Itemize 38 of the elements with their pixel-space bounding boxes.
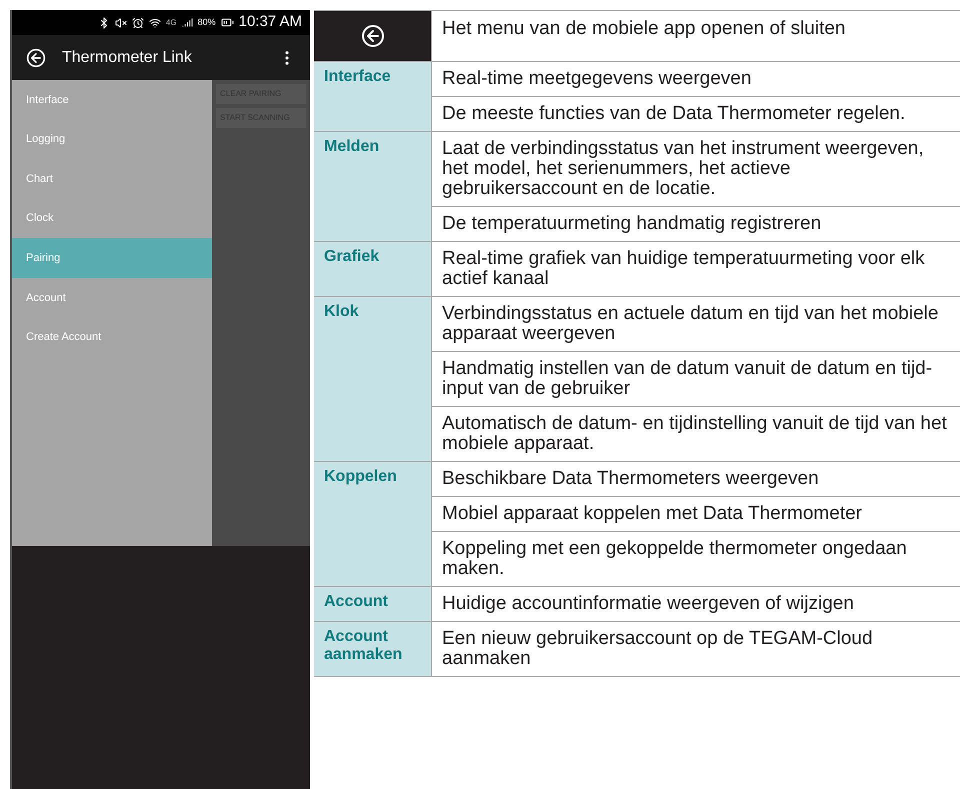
description-cell: Mobiel apparaat koppelen met Data Thermometer (432, 496, 960, 531)
feature-label-cell: Koppelen (314, 462, 432, 586)
network-type: 4G (166, 16, 177, 28)
description-cell-text: Laat de verbindingsstatus van het instrument weergeven, het model, het serienummers, het actieve gebruikersaccount en de locatie. (441, 137, 925, 201)
alarm-icon (132, 16, 144, 28)
feature-label-cell: Klok (314, 297, 432, 461)
description-cell: De temperatuurmeting handmatig registreren (432, 206, 960, 241)
app-title: Thermometer Link (62, 48, 193, 68)
description-cell-text: Real-time grafiek van huidige temperatuurmeting voor elk actief kanaal (441, 247, 926, 291)
drawer-item[interactable]: Account (12, 278, 212, 318)
battery-icon (220, 16, 234, 29)
back-icon[interactable] (26, 48, 46, 68)
description-cell: Automatisch de datum- en tijdinstelling vanuit de tijd van het mobiele apparaat. (432, 406, 960, 461)
drawer-item[interactable]: Pairing (12, 238, 212, 278)
description-cell-text: Het menu van de mobiele app openen of sluiten (441, 17, 846, 41)
feature-label-cell: Grafiek (314, 242, 432, 296)
description-cell: Handmatig instellen van de datum vanuit de datum en tijd-input van de gebruiker (432, 351, 960, 406)
description-cell: De meeste functies van de Data Thermometer regelen. (432, 96, 960, 131)
drawer-item[interactable]: Create Account (12, 318, 212, 358)
description-cell-text: Een nieuw gebruikersaccount op de TEGAM-Cloud aanmaken (441, 627, 874, 671)
description-cell-text: Huidige accountinformatie weergeven of wijzigen (441, 592, 855, 616)
description-cell: Koppeling met een gekoppelde thermometer ongedaan maken. (432, 531, 960, 586)
back-icon[interactable] (360, 24, 384, 48)
battery-percent: 80% (198, 16, 216, 29)
status-time: 10:37 AM (238, 12, 302, 32)
drawer-item[interactable]: Chart (12, 159, 212, 199)
drawer-item[interactable]: Clock (12, 198, 212, 238)
feature-label-cell: Account aanmaken (314, 622, 432, 676)
drawer-item[interactable]: Logging (12, 120, 212, 160)
feature-label-cell: Account (314, 587, 432, 621)
drawer-item[interactable]: Interface (12, 80, 212, 120)
description-cell-text: Verbindingsstatus en actuele datum en tijd van het mobiele apparaat weergeven (441, 302, 940, 346)
feature-label-cell: Interface (314, 62, 432, 131)
wifi-icon (148, 16, 161, 28)
description-cell-text: Real-time meetgegevens weergeven (441, 67, 752, 91)
description-cell-text: Beschikbare Data Thermometers weergeven (441, 467, 820, 491)
feature-label-cell: Melden (314, 132, 432, 241)
mute-icon (114, 16, 127, 28)
